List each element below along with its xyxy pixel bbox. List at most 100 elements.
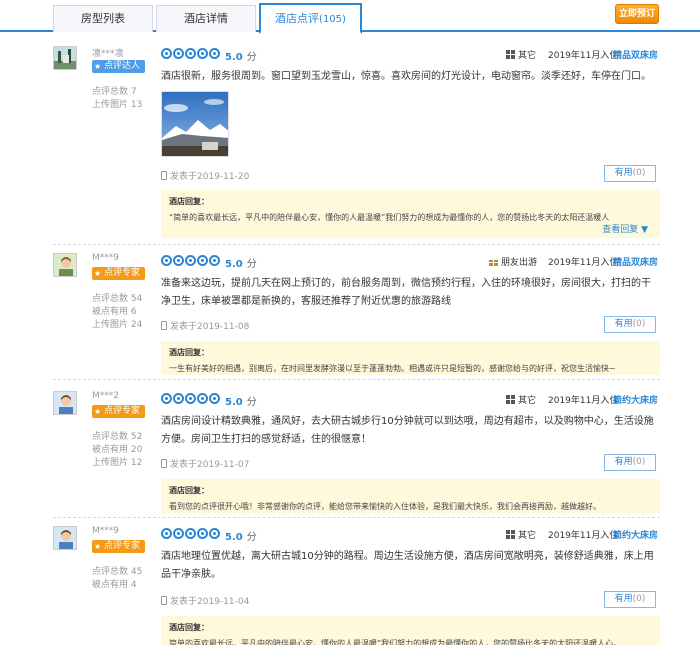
tab-reviews-count: (105) [319, 14, 346, 25]
trip-type: 其它 [506, 528, 536, 541]
stat-line: 点评总数 54 [92, 294, 143, 304]
reply-title: 酒店回复： [169, 623, 209, 632]
stat-line: 被点有用 20 [92, 445, 143, 455]
review-content: 酒店地理位置优越，离大研古城10分钟的路程。周边生活设施方便，酒店房间宽敞明亮，… [161, 551, 654, 580]
rating-circles-icon [161, 393, 221, 407]
posted-date: 发表于2019-11-20 [161, 169, 249, 182]
avatar[interactable] [53, 253, 77, 277]
phone-icon [161, 596, 167, 605]
reply-content: “简单的喜欢最长远，平凡中的陪伴最心安，懂你的人最温暖”我们努力的想成为最懂你的… [169, 213, 610, 222]
reviewer-badge: ★ 点评专家 [92, 405, 146, 418]
avatar[interactable] [53, 46, 77, 70]
badge-label: 点评达人 [104, 61, 141, 71]
useful-button[interactable]: 有用(0) [604, 454, 656, 471]
gift-icon [489, 257, 498, 266]
reviewer-name[interactable]: M***9 [92, 526, 119, 536]
review-score: 5.0 分 [225, 259, 257, 270]
phone-icon [161, 321, 167, 330]
stat-line: 上传图片 13 [92, 100, 143, 110]
review-score: 5.0 分 [225, 397, 257, 408]
hotel-reply: 酒店回复： “简单的喜欢最长远，平凡中的陪伴最心安，懂你的人最温暖”我们努力的想… [161, 190, 660, 238]
useful-button[interactable]: 有用(0) [604, 165, 656, 182]
reviewer-stats: 点评总数 45 被点有用 4 [92, 566, 142, 592]
trip-type: 其它 [506, 48, 536, 61]
avatar[interactable] [53, 391, 77, 415]
rating-circles-icon [161, 48, 221, 62]
review-item: M***9 ★ 点评专家 点评总数 54 被点有用 6 上传图片 24 5.0 分 … [53, 245, 660, 380]
view-reply-link[interactable]: 查看回复 ▼ [602, 222, 648, 235]
badge-label: 点评专家 [104, 406, 141, 416]
badge-label: 点评专家 [104, 268, 141, 278]
tab-room-list[interactable]: 房型列表 [53, 5, 153, 32]
reply-title: 酒店回复： [169, 486, 209, 495]
phone-icon [161, 459, 167, 468]
stat-line: 点评总数 7 [92, 87, 137, 97]
review-item: 凛***凛 ★ 点评达人 点评总数 7 上传图片 13 5.0 分 其它 2019年… [53, 38, 660, 245]
checkin-date: 2019年11月入住 [548, 258, 619, 268]
badge-star-icon: ★ [94, 407, 102, 416]
review-item: M***9 ★ 点评专家 点评总数 45 被点有用 4 5.0 分 其它 2019年… [53, 518, 660, 645]
tab-hotel-details[interactable]: 酒店详情 [156, 5, 256, 32]
book-now-button[interactable]: 立即预订 [615, 4, 659, 24]
badge-label: 点评专家 [104, 541, 141, 551]
reviewer-stats: 点评总数 7 上传图片 13 [92, 86, 142, 112]
stat-line: 被点有用 6 [92, 307, 137, 317]
posted-date: 发表于2019-11-08 [161, 319, 249, 332]
hotel-reply: 酒店回复： 简单的喜欢最长远，平凡中的陪伴最心安，懂你的人最温暖”我们努力的想成… [161, 616, 660, 645]
grid-icon [506, 50, 515, 59]
avatar[interactable] [53, 526, 77, 550]
hotel-reply: 酒店回复： 一生有好美好的相遇，别离后，在时间里发酵弥漫以至于蓬蓬勃勃。相遇或许… [161, 341, 660, 375]
tab-hotel-reviews[interactable]: 酒店点评(105) [259, 3, 362, 34]
reply-title: 酒店回复： [169, 348, 209, 357]
review-content: 酒店房间设计精致典雅，通风好，去大研古城步行10分钟就可以到达哦，周边有超市，以… [161, 416, 654, 445]
reply-title: 酒店回复： [169, 197, 209, 206]
score-row: 5.0 分 其它 2019年11月入住 精品双床房 [161, 48, 660, 63]
review-score: 5.0 分 [225, 52, 257, 63]
tab-bar: 房型列表 酒店详情 酒店点评(105) 立即预订 [0, 0, 700, 34]
score-row: 5.0 分 其它 2019年11月入住 简约大床房 [161, 393, 660, 408]
reply-content: 简单的喜欢最长远，平凡中的陪伴最心安，懂你的人最温暖”我们努力的想成为最懂你的人… [169, 639, 622, 645]
useful-button[interactable]: 有用(0) [604, 316, 656, 333]
room-type[interactable]: 简约大床房 [613, 393, 658, 406]
phone-icon [161, 171, 167, 180]
score-row: 5.0 分 其它 2019年11月入住 简约大床房 [161, 528, 660, 543]
grid-icon [506, 395, 515, 404]
rating-circles-icon [161, 528, 221, 542]
reviewer-name[interactable]: M***9 [92, 253, 119, 263]
posted-date: 发表于2019-11-07 [161, 457, 249, 470]
badge-star-icon: ★ [94, 62, 102, 71]
checkin-date: 2019年11月入住 [548, 531, 619, 541]
checkin-date: 2019年11月入住 [548, 51, 619, 61]
reviewer-stats: 点评总数 52 被点有用 20 上传图片 12 [92, 431, 142, 470]
stat-line: 点评总数 45 [92, 567, 143, 577]
reviewer-badge: ★ 点评达人 [92, 60, 146, 73]
reviewer-stats: 点评总数 54 被点有用 6 上传图片 24 [92, 293, 142, 332]
reviewer-name[interactable]: 凛***凛 [92, 46, 124, 59]
checkin-date: 2019年11月入住 [548, 396, 619, 406]
stat-line: 被点有用 4 [92, 580, 137, 590]
reply-content: 一生有好美好的相遇，别离后，在时间里发酵弥漫以至于蓬蓬勃勃。相遇或许只是短暂的，… [169, 364, 616, 373]
reviewer-badge: ★ 点评专家 [92, 267, 146, 280]
review-content: 酒店很新，服务很周到。窗口望到玉龙雪山，惊喜。喜欢房间的灯光设计，电动窗帘。淡季… [161, 71, 651, 82]
stat-line: 上传图片 12 [92, 458, 143, 468]
posted-date: 发表于2019-11-04 [161, 594, 249, 607]
badge-star-icon: ★ [94, 269, 102, 278]
hotel-reply: 酒店回复： 看到您的点评很开心哦！非常感谢你的点评，能给您带来愉快的入住体验，是… [161, 479, 660, 513]
reviewer-name[interactable]: M***2 [92, 391, 119, 401]
badge-star-icon: ★ [94, 542, 102, 551]
stat-line: 点评总数 52 [92, 432, 143, 442]
room-type[interactable]: 精品双床房 [613, 48, 658, 61]
review-score: 5.0 分 [225, 532, 257, 543]
room-type[interactable]: 简约大床房 [613, 528, 658, 541]
room-type[interactable]: 精品双床房 [613, 255, 658, 268]
useful-button[interactable]: 有用(0) [604, 591, 656, 608]
score-row: 5.0 分 朋友出游 2019年11月入住 精品双床房 [161, 255, 660, 270]
review-content: 准备来这边玩，提前几天在网上预订的，前台服务周到，微信预约行程，入住的环境很好，… [161, 278, 651, 307]
tab-reviews-label: 酒店点评 [275, 12, 320, 25]
review-item: M***2 ★ 点评专家 点评总数 52 被点有用 20 上传图片 12 5.0 分… [53, 383, 660, 518]
review-photo[interactable] [161, 91, 229, 157]
grid-icon [506, 530, 515, 539]
trip-type: 朋友出游 [489, 255, 537, 268]
reviewer-badge: ★ 点评专家 [92, 540, 146, 553]
rating-circles-icon [161, 255, 221, 269]
